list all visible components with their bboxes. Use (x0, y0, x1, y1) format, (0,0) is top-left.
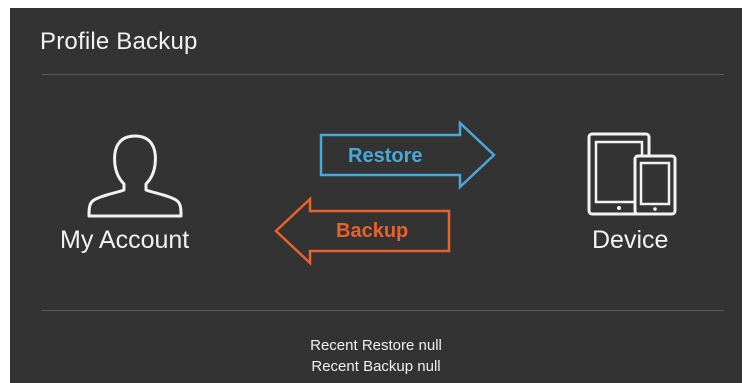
recent-restore-text: Recent Restore null (310, 337, 442, 354)
profile-backup-panel: Profile Backup My Account Restore Backup… (10, 8, 742, 383)
footer-divider (42, 310, 724, 311)
user-icon (87, 134, 183, 218)
backup-label: Backup (336, 220, 409, 242)
my-account-label: My Account (60, 226, 190, 254)
page-title: Profile Backup (40, 28, 198, 55)
restore-label: Restore (348, 145, 423, 167)
header-divider (42, 74, 724, 75)
recent-backup-text: Recent Backup null (311, 358, 441, 375)
device-label: Device (592, 226, 669, 254)
devices-icon (587, 132, 677, 216)
